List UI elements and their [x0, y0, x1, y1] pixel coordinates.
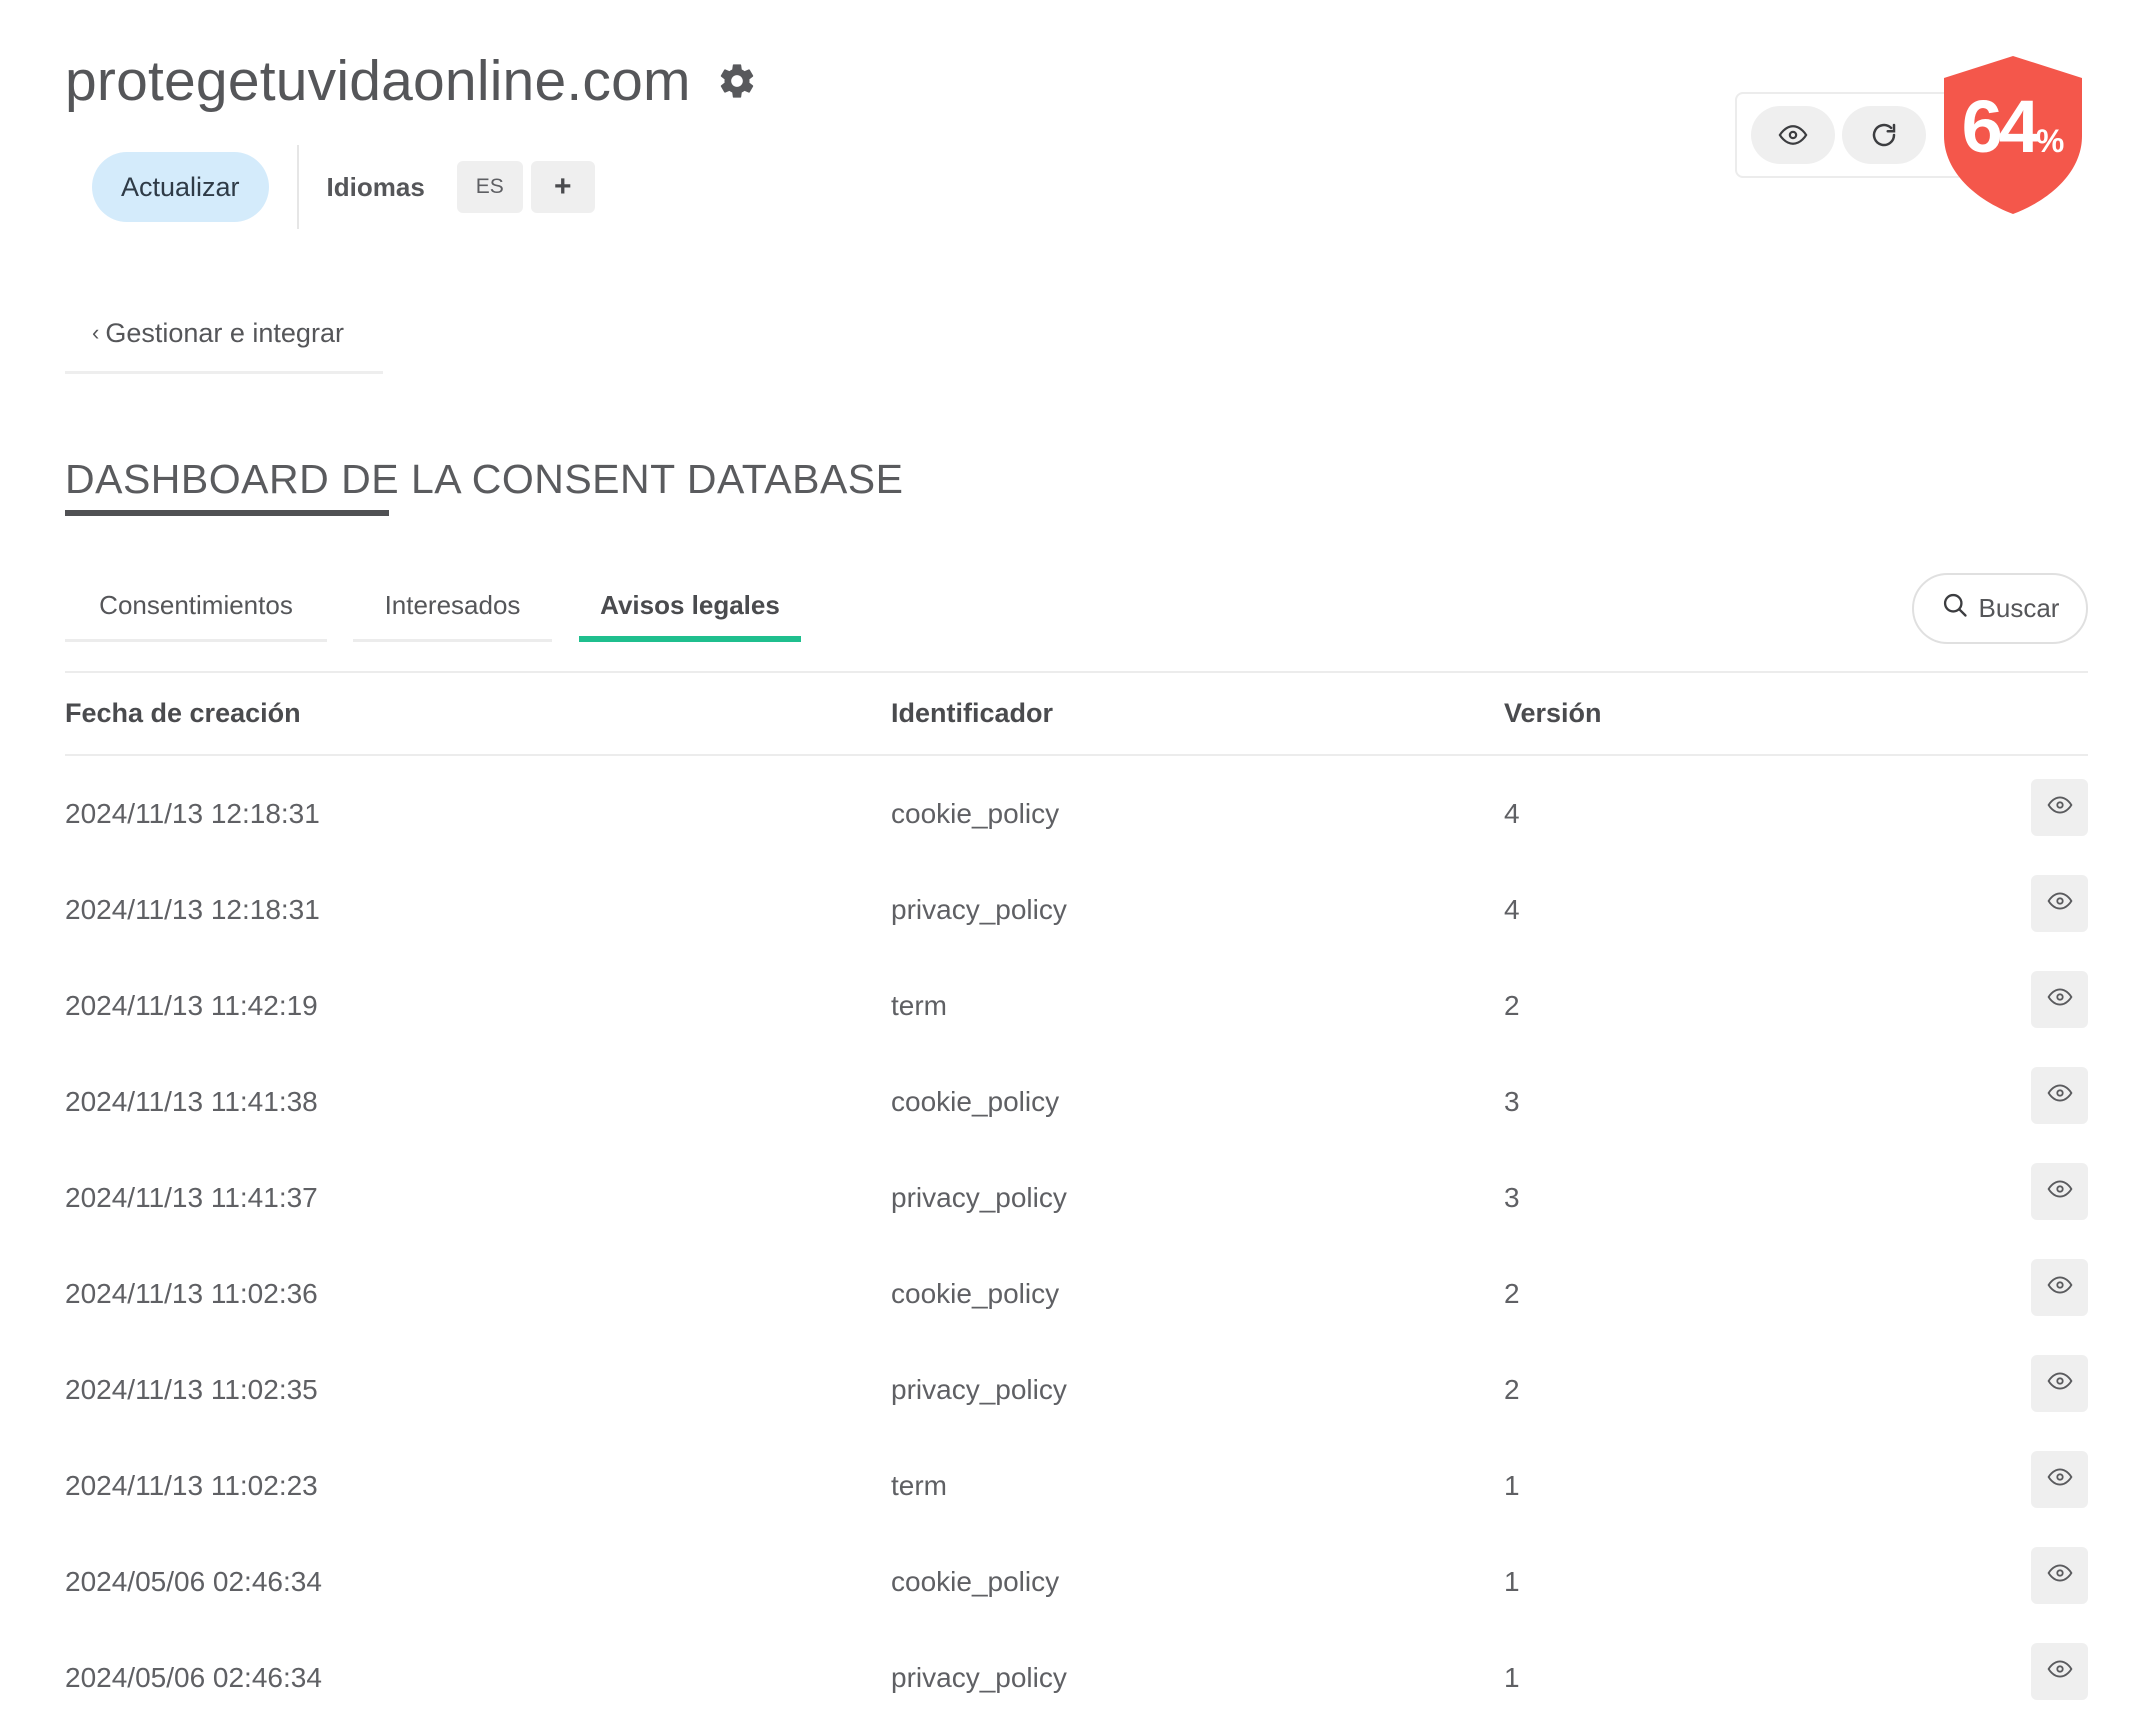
gear-icon[interactable] [717, 61, 757, 101]
view-button[interactable] [2031, 1547, 2088, 1604]
cell-identifier: privacy_policy [891, 1662, 1067, 1693]
divider [65, 754, 2088, 756]
view-button[interactable] [2031, 1451, 2088, 1508]
cell-identifier: cookie_policy [891, 1086, 1060, 1117]
cell-date: 2024/05/06 02:46:34 [65, 1566, 322, 1597]
cell-version: 2 [1504, 990, 1520, 1021]
cell-date: 2024/11/13 11:41:37 [65, 1182, 318, 1213]
cell-version: 3 [1504, 1086, 1520, 1117]
refresh-icon [1869, 120, 1899, 150]
cell-identifier: privacy_policy [891, 1374, 1067, 1405]
eye-icon [2047, 1368, 2073, 1399]
cell-date: 2024/11/13 11:02:35 [65, 1374, 318, 1405]
page-title: DASHBOARD DE LA CONSENT DATABASE [65, 456, 904, 502]
table-row: 2024/11/13 11:41:37 privacy_policy 3 [0, 1152, 2143, 1248]
cell-identifier: term [891, 990, 947, 1021]
eye-icon [2047, 888, 2073, 919]
search-button[interactable]: Buscar [1912, 573, 2088, 644]
eye-icon [2047, 792, 2073, 823]
view-button[interactable] [2031, 1259, 2088, 1316]
cell-identifier: cookie_policy [891, 1566, 1060, 1597]
view-button[interactable] [2031, 1355, 2088, 1412]
eye-icon [2047, 1464, 2073, 1495]
column-header-version[interactable]: Versión [1504, 698, 1602, 729]
cell-version: 4 [1504, 894, 1520, 925]
view-button[interactable] [2031, 1643, 2088, 1700]
view-button[interactable] [2031, 1163, 2088, 1220]
cell-identifier: cookie_policy [891, 798, 1060, 829]
chevron-left-icon: ‹ [92, 320, 100, 345]
cell-identifier: term [891, 1470, 947, 1501]
refresh-button[interactable] [1842, 106, 1926, 164]
cell-version: 1 [1504, 1662, 1520, 1693]
cell-version: 1 [1504, 1470, 1520, 1501]
cell-version: 1 [1504, 1566, 1520, 1597]
cell-identifier: privacy_policy [891, 894, 1067, 925]
site-title: protegetuvidaonline.com [65, 48, 757, 114]
back-link-label: Gestionar e integrar [105, 318, 344, 348]
cell-date: 2024/11/13 11:42:19 [65, 990, 318, 1021]
view-button[interactable] [2031, 1067, 2088, 1124]
score-unit: % [2035, 123, 2065, 159]
column-header-identifier[interactable]: Identificador [891, 698, 1053, 729]
table-row: 2024/11/13 11:02:36 cookie_policy 2 [0, 1248, 2143, 1344]
table-row: 2024/11/13 11:02:23 term 1 [0, 1440, 2143, 1536]
table-row: 2024/05/06 02:46:34 cookie_policy 1 [0, 1536, 2143, 1632]
cell-date: 2024/11/13 11:02:23 [65, 1470, 318, 1501]
languages-label: Idiomas [326, 171, 425, 202]
update-button[interactable]: Actualizar [92, 152, 269, 222]
score-shield: 64% [1942, 54, 2084, 216]
cell-date: 2024/11/13 12:18:31 [65, 894, 320, 925]
cell-version: 3 [1504, 1182, 1520, 1213]
title-underline [65, 510, 389, 516]
table-row: 2024/11/13 11:42:19 term 2 [0, 960, 2143, 1056]
tab-interesados[interactable]: Interesados [353, 576, 552, 642]
divider [65, 671, 2088, 673]
language-chip-es[interactable]: ES [456, 161, 523, 213]
table-row: 2024/11/13 11:02:35 privacy_policy 2 [0, 1344, 2143, 1440]
view-button[interactable] [2031, 875, 2088, 932]
table-row: 2024/11/13 12:18:31 cookie_policy 4 [0, 768, 2143, 864]
cell-date: 2024/05/06 02:46:34 [65, 1662, 322, 1693]
back-link[interactable]: ‹ Gestionar e integrar [65, 318, 383, 374]
view-button[interactable] [2031, 779, 2088, 836]
eye-icon [2047, 1272, 2073, 1303]
eye-icon [2047, 1560, 2073, 1591]
table-row: 2024/05/06 02:46:34 privacy_policy 1 [0, 1632, 2143, 1728]
search-icon [1941, 591, 1969, 626]
preview-controls [1735, 92, 1965, 178]
eye-icon [1778, 120, 1808, 150]
cell-version: 4 [1504, 798, 1520, 829]
search-label: Buscar [1978, 593, 2060, 623]
eye-icon [2047, 1176, 2073, 1207]
cell-version: 2 [1504, 1374, 1520, 1405]
eye-icon [2047, 984, 2073, 1015]
add-language-button[interactable]: + [530, 161, 595, 213]
cell-date: 2024/11/13 12:18:31 [65, 798, 320, 829]
site-name: protegetuvidaonline.com [65, 49, 691, 113]
divider [296, 145, 299, 229]
view-button[interactable] [2031, 971, 2088, 1028]
table-header: Fecha de creación Identificador Versión [0, 698, 2143, 748]
table-row: 2024/11/13 12:18:31 privacy_policy 4 [0, 864, 2143, 960]
page: protegetuvidaonline.com Actualizar Idiom… [0, 0, 2143, 1733]
cell-date: 2024/11/13 11:41:38 [65, 1086, 318, 1117]
score-number: 64 [1961, 85, 2040, 168]
preview-button[interactable] [1751, 106, 1835, 164]
cell-date: 2024/11/13 11:02:36 [65, 1278, 318, 1309]
column-header-date[interactable]: Fecha de creación [65, 698, 301, 729]
cell-identifier: cookie_policy [891, 1278, 1060, 1309]
tab-consentimientos[interactable]: Consentimientos [65, 576, 327, 642]
eye-icon [2047, 1080, 2073, 1111]
header-actions: Actualizar Idiomas ES + [92, 145, 595, 229]
tab-avisos-legales[interactable]: Avisos legales [579, 576, 801, 642]
cell-identifier: privacy_policy [891, 1182, 1067, 1213]
score-value: 64% [1942, 84, 2084, 169]
eye-icon [2047, 1656, 2073, 1687]
table-row: 2024/11/13 11:41:38 cookie_policy 3 [0, 1056, 2143, 1152]
cell-version: 2 [1504, 1278, 1520, 1309]
